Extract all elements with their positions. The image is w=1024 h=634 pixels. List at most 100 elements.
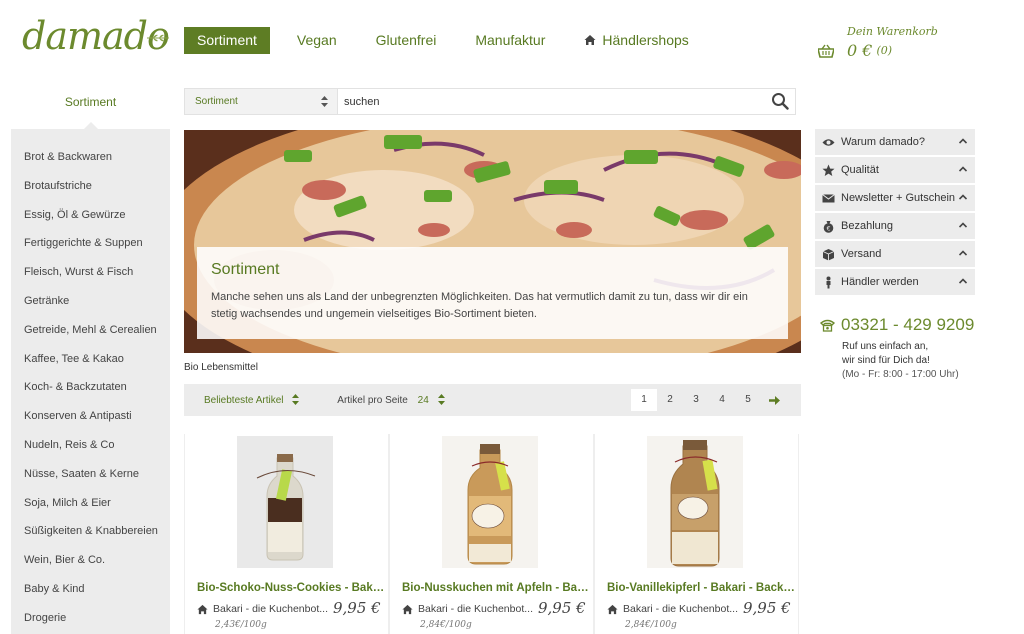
product-unit-price: 2,84€/100g bbox=[625, 620, 677, 630]
sidebar-item-getreide[interactable]: Getreide, Mehl & Cerealien bbox=[11, 316, 170, 345]
product-image[interactable] bbox=[442, 436, 538, 568]
home-icon bbox=[197, 604, 208, 614]
search-category-select[interactable]: Sortiment bbox=[185, 89, 338, 114]
product-card[interactable]: Bio-Schoko-Nuss-Cookies - Bakari - Backm… bbox=[184, 434, 389, 634]
info-versand[interactable]: Versand bbox=[815, 241, 975, 267]
nav-glutenfrei[interactable]: Glutenfrei bbox=[376, 27, 437, 54]
nav-haendlershops-label: Händlershops bbox=[602, 32, 689, 48]
chevron-up-icon bbox=[959, 194, 967, 200]
home-icon bbox=[607, 604, 618, 614]
page-5[interactable]: 5 bbox=[735, 389, 761, 411]
info-newsletter[interactable]: Newsletter + Gutschein bbox=[815, 185, 975, 211]
sidebar-item-essig[interactable]: Essig, Öl & Gewürze bbox=[11, 201, 170, 230]
info-warum-damado[interactable]: Warum damado? bbox=[815, 129, 975, 155]
sidebar-item-baby[interactable]: Baby & Kind bbox=[11, 575, 170, 604]
arrow-right-icon bbox=[768, 395, 780, 405]
info-label: Händler werden bbox=[841, 276, 919, 288]
chevron-up-icon bbox=[959, 138, 967, 144]
home-icon bbox=[584, 35, 596, 45]
product-maker[interactable]: Bakari - die Kuchenbot... bbox=[197, 603, 328, 615]
info-label: Newsletter + Gutschein bbox=[841, 192, 956, 204]
page-3[interactable]: 3 bbox=[683, 389, 709, 411]
product-maker[interactable]: Bakari - die Kuchenbot... bbox=[402, 603, 533, 615]
info-label: Bezahlung bbox=[841, 220, 893, 232]
nav-sortiment[interactable]: Sortiment bbox=[184, 27, 270, 54]
product-image[interactable] bbox=[237, 436, 333, 568]
product-unit-price: 2,84€/100g bbox=[420, 620, 472, 630]
updown-arrow-icon bbox=[437, 394, 445, 405]
cart-count: (0) bbox=[876, 44, 893, 57]
product-maker-label: Bakari - die Kuchenbot... bbox=[623, 603, 738, 615]
updown-arrow-icon bbox=[321, 96, 328, 107]
product-title[interactable]: Bio-Vanillekipferl - Bakari - Backmischu… bbox=[607, 582, 795, 594]
updown-arrow-icon bbox=[292, 394, 300, 405]
sort-select[interactable]: Beliebteste Artikel bbox=[204, 394, 300, 406]
sidebar-title: Sortiment bbox=[64, 95, 117, 109]
product-maker-label: Bakari - die Kuchenbot... bbox=[213, 603, 328, 615]
money-bag-icon: € bbox=[823, 220, 834, 233]
phone-number: 03321 - 429 9209 bbox=[841, 315, 975, 334]
nav-manufaktur[interactable]: Manufaktur bbox=[475, 27, 545, 54]
info-label: Qualität bbox=[841, 164, 879, 176]
page-1[interactable]: 1 bbox=[631, 389, 657, 411]
sidebar-item-nudeln[interactable]: Nudeln, Reis & Co bbox=[11, 431, 170, 460]
contact-phone[interactable]: 03321 - 429 9209 bbox=[820, 315, 974, 335]
info-label: Warum damado? bbox=[841, 136, 925, 148]
nav-vegan[interactable]: Vegan bbox=[297, 27, 337, 54]
per-page-value: 24 bbox=[417, 395, 429, 406]
product-card[interactable]: Bio-Vanillekipferl - Bakari - Backmischu… bbox=[594, 434, 799, 634]
product-card[interactable]: Bio-Nusskuchen mit Äpfeln - Bakari - Bac… bbox=[389, 434, 594, 634]
contact-hours: (Mo - Fr: 8:00 - 17:00 Uhr) bbox=[842, 369, 959, 380]
sidebar-item-brotaufstriche[interactable]: Brotaufstriche bbox=[11, 172, 170, 201]
info-bezahlung[interactable]: € Bezahlung bbox=[815, 213, 975, 239]
info-haendler-werden[interactable]: Händler werden bbox=[815, 269, 975, 295]
sidebar-item-kaffee[interactable]: Kaffee, Tee & Kakao bbox=[11, 345, 170, 374]
box-icon bbox=[822, 248, 835, 260]
product-title[interactable]: Bio-Nusskuchen mit Äpfeln - Bakari - Bac… bbox=[402, 582, 590, 594]
sidebar-item-konserven[interactable]: Konserven & Antipasti bbox=[11, 402, 170, 431]
leaf-logo-icon bbox=[147, 34, 169, 42]
sidebar-item-fleisch[interactable]: Fleisch, Wurst & Fisch bbox=[11, 258, 170, 287]
sidebar-item-suessigkeiten[interactable]: Süßigkeiten & Knabbereien bbox=[11, 517, 170, 546]
search-input[interactable] bbox=[338, 89, 771, 114]
sidebar-item-getraenke[interactable]: Getränke bbox=[11, 287, 170, 316]
product-grid: Bio-Schoko-Nuss-Cookies - Bakari - Backm… bbox=[184, 434, 801, 634]
per-page-select[interactable]: Artikel pro Seite 24 bbox=[337, 394, 445, 406]
eye-icon bbox=[822, 138, 835, 146]
search-category-value: Sortiment bbox=[195, 96, 238, 107]
sidebar-item-fertiggerichte[interactable]: Fertiggerichte & Suppen bbox=[11, 229, 170, 258]
search-icon[interactable] bbox=[771, 92, 789, 110]
listing-toolbar: Beliebteste Artikel Artikel pro Seite 24… bbox=[184, 384, 801, 416]
info-qualitaet[interactable]: Qualität bbox=[815, 157, 975, 183]
pagination: 1 2 3 4 5 bbox=[631, 389, 787, 411]
sidebar-item-soja[interactable]: Soja, Milch & Eier bbox=[11, 489, 170, 518]
nav-haendlershops[interactable]: Händlershops bbox=[584, 27, 689, 54]
main-nav: Sortiment Vegan Glutenfrei Manufaktur Hä… bbox=[184, 27, 728, 54]
search-bar: Sortiment bbox=[184, 88, 796, 115]
sidebar-item-wein[interactable]: Wein, Bier & Co. bbox=[11, 546, 170, 575]
cart-title: Dein Warenkorb bbox=[847, 25, 938, 38]
next-page-button[interactable] bbox=[761, 389, 787, 411]
sidebar-item-nuesse[interactable]: Nüsse, Saaten & Kerne bbox=[11, 460, 170, 489]
sidebar-item-koch[interactable]: Koch- & Backzutaten bbox=[11, 373, 170, 402]
chevron-up-icon bbox=[959, 166, 967, 172]
person-icon bbox=[826, 276, 831, 288]
product-maker-label: Bakari - die Kuchenbot... bbox=[418, 603, 533, 615]
page-2[interactable]: 2 bbox=[657, 389, 683, 411]
chevron-up-icon bbox=[959, 250, 967, 256]
basket-icon bbox=[818, 44, 834, 58]
hero-text: Manche sehen uns als Land der unbegrenzt… bbox=[211, 291, 748, 320]
sidebar-item-drogerie[interactable]: Drogerie bbox=[11, 604, 170, 633]
svg-text:€: € bbox=[827, 225, 831, 232]
product-maker[interactable]: Bakari - die Kuchenbot... bbox=[607, 603, 738, 615]
sidebar-item-brot[interactable]: Brot & Backwaren bbox=[11, 143, 170, 172]
product-title[interactable]: Bio-Schoko-Nuss-Cookies - Bakari - Backm… bbox=[197, 582, 385, 594]
product-price: 9,95 € bbox=[333, 599, 381, 617]
contact-text: Ruf uns einfach an, wir sind für Dich da… bbox=[842, 340, 959, 382]
page-4[interactable]: 4 bbox=[709, 389, 735, 411]
info-accordion: Warum damado? Qualität Newsletter + Guts… bbox=[815, 129, 975, 297]
cart[interactable]: Dein Warenkorb 0 € (0) bbox=[818, 25, 938, 60]
home-icon bbox=[402, 604, 413, 614]
product-image[interactable] bbox=[647, 436, 743, 568]
sort-value: Beliebteste Artikel bbox=[204, 395, 284, 406]
